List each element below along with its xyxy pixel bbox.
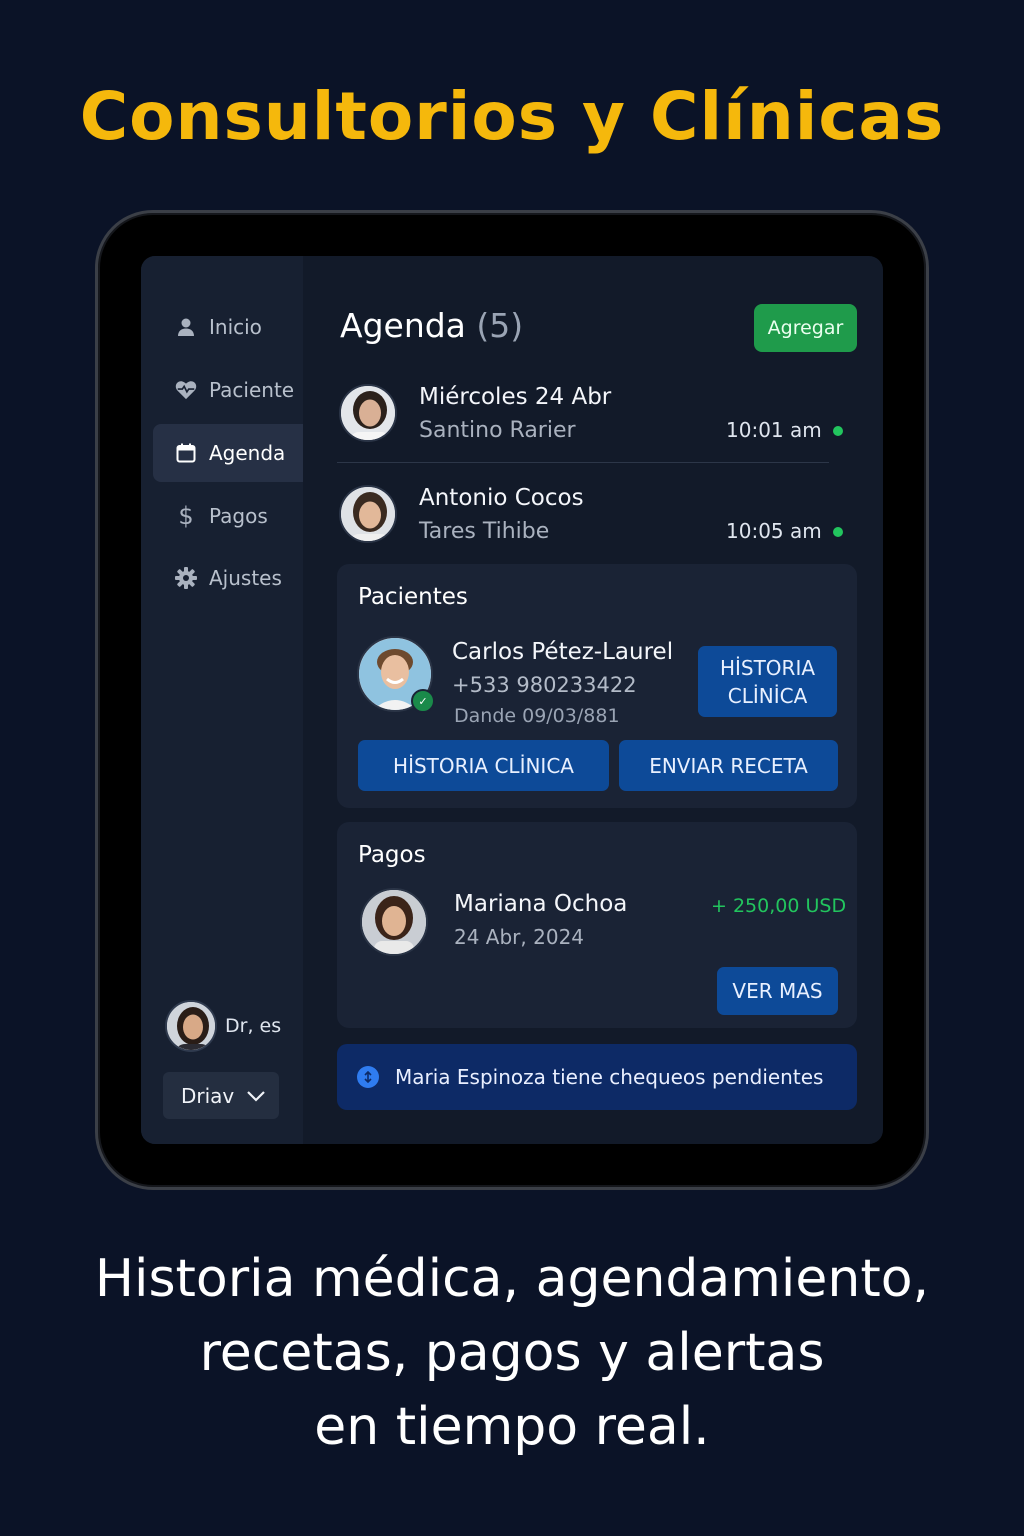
- sidebar-item-pagos[interactable]: $ Pagos: [153, 487, 303, 545]
- sidebar-item-paciente[interactable]: Paciente: [153, 361, 303, 419]
- patient-date: Dande 09/03/881: [454, 705, 620, 727]
- add-button[interactable]: Agregar: [754, 304, 857, 352]
- appointment-detail: Tares Tihibe: [419, 519, 550, 544]
- patient-phone: +533 980233422: [452, 673, 637, 697]
- heart-pulse-icon: [175, 379, 197, 401]
- sidebar-item-label: Inicio: [209, 315, 262, 339]
- patient-name: Carlos Pétez-Laurel: [452, 639, 674, 665]
- caption-line: recetas, pagos y alertas: [199, 1323, 825, 1383]
- app-screen: Inicio Paciente Agenda $ Pagos Ajustes D…: [141, 256, 883, 1144]
- sidebar-item-inicio[interactable]: Inicio: [153, 298, 303, 356]
- whatsapp-badge-icon: ✓: [411, 689, 435, 713]
- payer-avatar: [360, 888, 428, 956]
- send-prescription-button[interactable]: ENVIAR RECETA: [619, 740, 838, 791]
- user-name: Dr, es: [225, 1015, 282, 1037]
- pending-checkups-alert[interactable]: Maria Espinoza tiene chequeos pendientes: [337, 1044, 857, 1110]
- caption-line: Historia médica, agendamiento,: [94, 1249, 930, 1309]
- avatar: [339, 384, 397, 442]
- appointment-count: (5): [476, 306, 524, 345]
- alert-text: Maria Espinoza tiene chequeos pendientes: [395, 1065, 824, 1089]
- appointment-patient: Santino Rarier: [419, 418, 576, 443]
- status-dot: [833, 426, 843, 436]
- see-more-button[interactable]: VER MAS: [717, 967, 838, 1015]
- caption: Historia médica, agendamiento, recetas, …: [0, 1242, 1024, 1464]
- payments-card-title: Pagos: [358, 842, 426, 868]
- patient-avatar: ✓: [357, 636, 435, 713]
- status-dot: [833, 527, 843, 537]
- sidebar-item-label: Pagos: [209, 504, 268, 528]
- caption-line: en tiempo real.: [314, 1397, 710, 1457]
- avatar: [339, 485, 397, 543]
- appointment-item[interactable]: Antonio Cocos Tares Tihibe 10:05 am: [337, 471, 843, 557]
- dollar-icon: $: [178, 502, 194, 530]
- payment-amount: + 250,00 USD: [711, 895, 847, 917]
- sidebar-item-ajustes[interactable]: Ajustes: [153, 549, 303, 607]
- gear-icon: [175, 567, 197, 589]
- payer-name: Mariana Ochoa: [454, 891, 628, 917]
- page-title: Agenda (5): [340, 306, 523, 345]
- button-label: CLİNİCA: [727, 683, 808, 708]
- appointment-time: 10:01 am: [726, 418, 822, 442]
- clinical-history-side-button[interactable]: HİSTORIA CLİNİCA: [698, 646, 837, 717]
- payment-date: 24 Abr, 2024: [454, 925, 585, 949]
- patients-card: Pacientes ✓ Carlos Pétez-Laurel +533 980…: [337, 564, 857, 808]
- sidebar-item-label: Paciente: [209, 378, 295, 402]
- page-title-text: Agenda: [340, 306, 466, 345]
- user-icon: [175, 316, 197, 338]
- sidebar-item-label: Ajustes: [209, 566, 282, 590]
- info-icon: [357, 1066, 379, 1088]
- appointment-date: Miércoles 24 Abr: [419, 384, 612, 410]
- payments-card: Pagos Mariana Ochoa 24 Abr, 2024 + 250,0…: [337, 822, 857, 1028]
- appointment-patient: Antonio Cocos: [419, 485, 584, 511]
- chevron-down-icon: [246, 1090, 266, 1102]
- divider: [337, 462, 829, 463]
- patients-card-title: Pacientes: [358, 584, 468, 610]
- appointment-time: 10:05 am: [726, 519, 822, 543]
- button-label: HİSTORIA: [719, 655, 816, 680]
- current-user[interactable]: Dr, es: [165, 1000, 281, 1052]
- profile-select[interactable]: Driav: [163, 1072, 279, 1119]
- avatar: [165, 1000, 217, 1052]
- sidebar: Inicio Paciente Agenda $ Pagos Ajustes D…: [141, 256, 303, 1144]
- sidebar-item-label: Agenda: [209, 441, 286, 465]
- sidebar-item-agenda[interactable]: Agenda: [153, 424, 303, 482]
- calendar-icon: [175, 442, 197, 464]
- clinical-history-button[interactable]: HİSTORIA CLİNICA: [358, 740, 609, 791]
- headline: Consultorios y Clínicas: [79, 78, 945, 155]
- profile-select-value: Driav: [181, 1083, 235, 1108]
- appointment-item[interactable]: Miércoles 24 Abr Santino Rarier 10:01 am: [337, 370, 843, 456]
